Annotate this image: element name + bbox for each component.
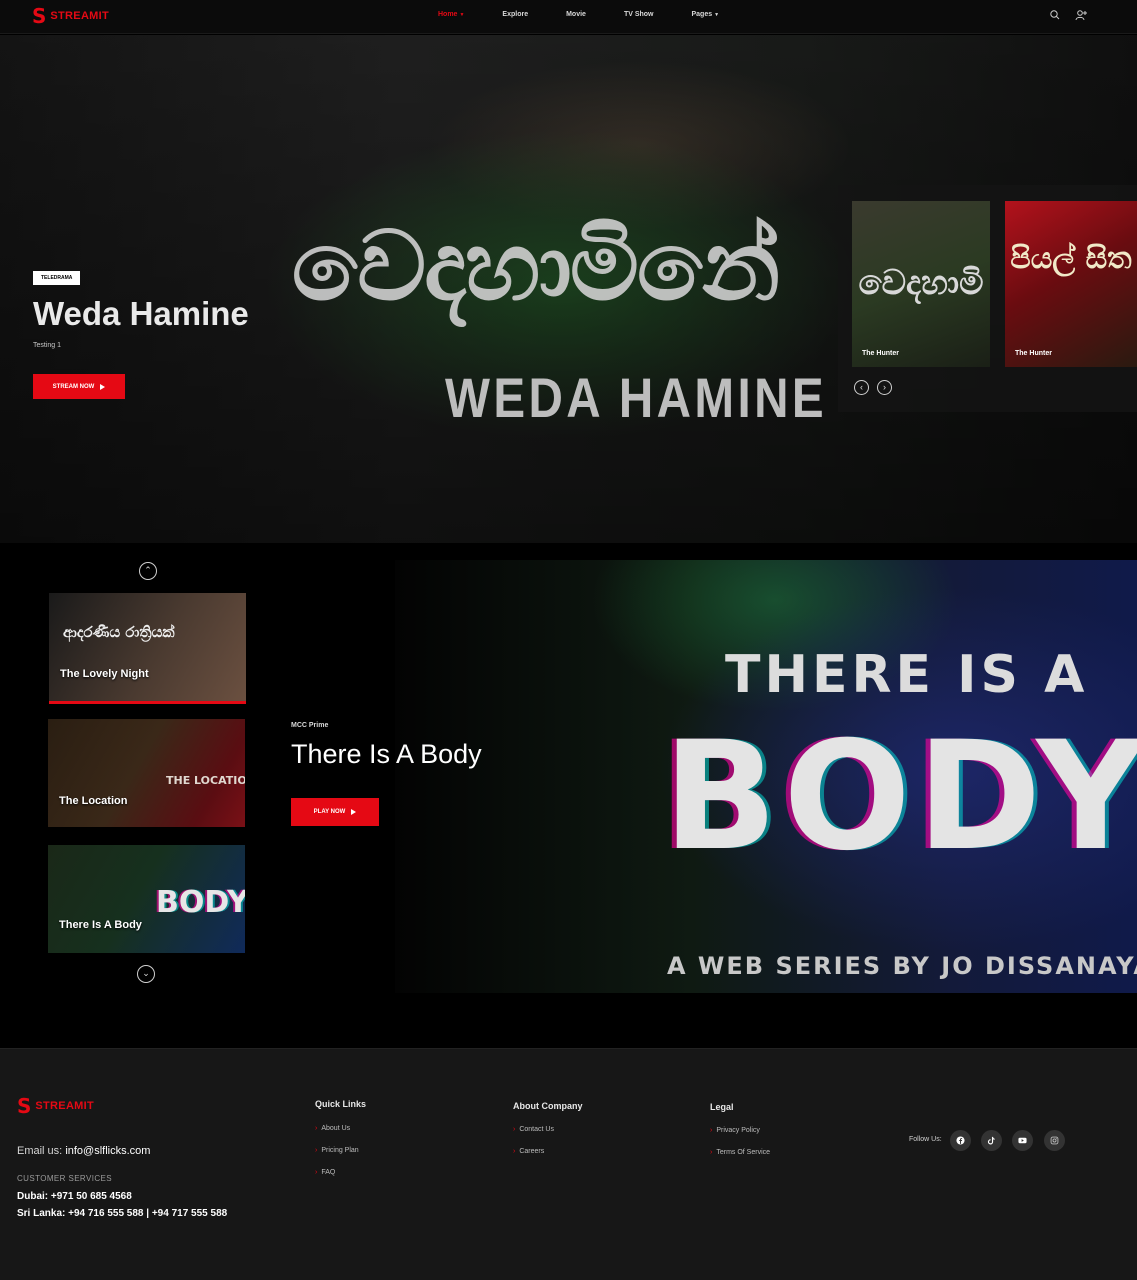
customer-services-heading: CUSTOMER SERVICES: [17, 1174, 112, 1183]
main-menu: Home ▼ Explore Movie TV Show Pages ▼: [438, 11, 757, 18]
chevron-right-icon[interactable]: ›: [877, 380, 892, 395]
footer-link-faq[interactable]: FAQ: [315, 1169, 335, 1176]
carousel-card-label: The Hunter: [1015, 350, 1052, 357]
active-indicator: [49, 701, 246, 704]
phone-sri-lanka: Sri Lanka: +94 716 555 588 | +94 717 555…: [17, 1208, 228, 1219]
footer-logo[interactable]: S STREAMIT: [17, 1096, 94, 1116]
logo-text: STREAMIT: [35, 1100, 95, 1112]
featured-section: THERE IS A BODY A WEB SERIES BY JO DISSA…: [0, 543, 1137, 1048]
thumbnail-art: THE LOCATION: [166, 774, 245, 787]
logo-mark: S: [32, 4, 47, 28]
follow-us-label: Follow Us:: [909, 1136, 942, 1143]
email-label: Email us:: [17, 1145, 63, 1157]
footer: S STREAMIT Email us: info@slflicks.com C…: [0, 1048, 1137, 1280]
poster-line-2: BODY: [663, 710, 1137, 884]
thumbnail-card[interactable]: BODY There Is A Body: [48, 845, 245, 953]
thumbnail-label: The Lovely Night: [60, 668, 149, 680]
thumbnail-card[interactable]: ආදරණීය රාත්‍රියක් The Lovely Night: [49, 593, 246, 701]
phone-dubai: Dubai: +971 50 685 4568: [17, 1191, 132, 1202]
button-label: PLAY NOW: [313, 809, 346, 815]
youtube-icon[interactable]: [1012, 1130, 1033, 1151]
top-navbar: S STREAMIT Home ▼ Explore Movie TV Show P…: [0, 0, 1137, 34]
play-icon: [351, 809, 357, 815]
hero-banner: වෙදහාමිනේ WEDA HAMINE TELEDRAMA Weda Ham…: [0, 35, 1137, 543]
featured-title: There Is A Body: [291, 739, 482, 769]
hero-poster-title-sinhala: වෙදහාමිනේ: [291, 210, 781, 322]
footer-link-privacy-policy[interactable]: Privacy Policy: [710, 1127, 760, 1134]
quick-links-heading: Quick Links: [315, 1099, 367, 1109]
footer-email: Email us: info@slflicks.com: [17, 1145, 150, 1157]
button-label: STREAM NOW: [52, 383, 95, 390]
poster-line-1: THERE IS A: [725, 645, 1089, 705]
thumbnail-card[interactable]: THE LOCATION The Location: [48, 719, 245, 827]
genre-badge: TELEDRAMA: [33, 271, 81, 285]
hero-carousel: වෙදහාමි The Hunter පියල් සිත The Hunter: [838, 185, 1137, 412]
nav-actions: [1049, 9, 1087, 21]
hero-description: Testing 1: [33, 342, 62, 349]
footer-link-pricing-plan[interactable]: Pricing Plan: [315, 1147, 358, 1154]
menu-item-explore[interactable]: Explore: [502, 11, 528, 18]
carousel-card-label: The Hunter: [862, 350, 899, 357]
thumbnail-art: ආදරණීය රාත්‍රියක්: [63, 623, 175, 641]
thumbnail-art: BODY: [156, 885, 245, 920]
carousel-card[interactable]: පියල් සිත The Hunter: [1005, 201, 1137, 367]
chevron-left-icon[interactable]: ‹: [854, 380, 869, 395]
featured-backdrop: THERE IS A BODY A WEB SERIES BY JO DISSA…: [395, 560, 1137, 993]
provider-label: MCC Prime: [291, 722, 329, 729]
about-company-heading: About Company: [513, 1101, 583, 1111]
carousel-card-art: පියල් සිත: [1010, 241, 1132, 276]
play-now-button[interactable]: PLAY NOW: [291, 798, 379, 826]
legal-heading: Legal: [710, 1102, 734, 1112]
carousel-card[interactable]: වෙදහාමි The Hunter: [852, 201, 990, 367]
carousel-arrows: ‹ ›: [854, 380, 892, 395]
menu-item-label: Explore: [502, 11, 529, 18]
facebook-icon[interactable]: [950, 1130, 971, 1151]
chevron-up-icon[interactable]: ⌃: [139, 562, 157, 580]
stream-now-button[interactable]: STREAM NOW: [33, 374, 125, 399]
footer-link-contact-us[interactable]: Contact Us: [513, 1126, 554, 1133]
chevron-down-icon: ▼: [714, 12, 720, 18]
footer-link-terms-of-service[interactable]: Terms Of Service: [710, 1149, 770, 1156]
instagram-icon[interactable]: [1044, 1130, 1065, 1151]
poster-line-3: A WEB SERIES BY JO DISSANAYAKE: [667, 952, 1137, 980]
menu-item-label: Pages: [691, 11, 713, 18]
carousel-card-art: වෙදහාමි: [858, 263, 984, 303]
search-icon[interactable]: [1049, 9, 1061, 21]
menu-item-tv-show[interactable]: TV Show: [624, 11, 654, 18]
email-link[interactable]: info@slflicks.com: [65, 1145, 150, 1157]
menu-item-label: TV Show: [623, 11, 654, 18]
logo[interactable]: S STREAMIT: [32, 6, 109, 26]
footer-link-careers[interactable]: Careers: [513, 1148, 544, 1155]
tiktok-icon[interactable]: [981, 1130, 1002, 1151]
menu-item-home[interactable]: Home ▼: [438, 11, 464, 18]
hero-title: Weda Hamine: [33, 295, 249, 332]
logo-mark: S: [17, 1094, 32, 1118]
logo-text: STREAMIT: [50, 10, 110, 22]
menu-item-label: Movie: [566, 11, 586, 18]
hero-poster-title-latin: WEDA HAMINE: [445, 366, 828, 429]
chevron-down-icon: ▼: [459, 12, 465, 18]
play-icon: [100, 383, 106, 390]
thumbnail-label: The Location: [59, 795, 128, 807]
thumbnail-label: There Is A Body: [59, 919, 142, 931]
chevron-down-icon[interactable]: ⌄: [137, 965, 155, 983]
menu-item-movie[interactable]: Movie: [566, 11, 586, 18]
user-add-icon[interactable]: [1075, 9, 1087, 21]
menu-item-pages[interactable]: Pages ▼: [692, 11, 720, 18]
menu-item-label: Home: [438, 11, 458, 18]
footer-link-about-us[interactable]: About Us: [315, 1125, 350, 1132]
